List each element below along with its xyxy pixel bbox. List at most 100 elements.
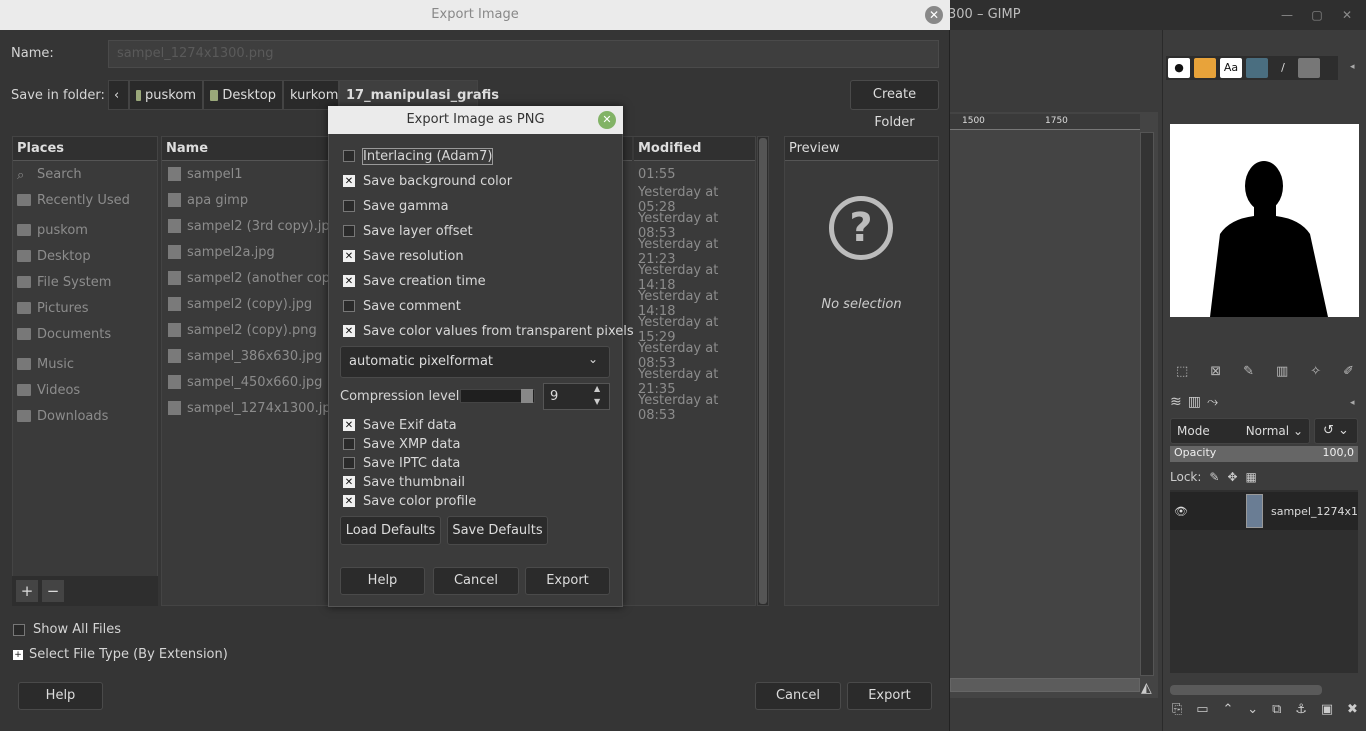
brush-icon[interactable]: ● (1168, 58, 1190, 78)
export-close-icon[interactable]: ✕ (925, 6, 943, 24)
file-list-scroll-thumb[interactable] (759, 138, 767, 604)
show-all-files-checkbox[interactable] (13, 623, 25, 636)
layers-menu-icon[interactable]: ◂ (1350, 398, 1362, 410)
pixelformat-select[interactable]: automatic pixelformat (340, 346, 610, 378)
anchor-icon[interactable]: ⚓ (1295, 702, 1307, 722)
option-checkbox[interactable]: ✕ (343, 275, 355, 287)
navigate-icon[interactable]: ◭ (1141, 680, 1152, 696)
canvas-area[interactable] (950, 112, 1158, 698)
maximize-icon[interactable]: ▢ (1308, 6, 1326, 24)
breadcrumb-puskom[interactable]: puskom (129, 80, 203, 110)
option-row[interactable]: Save gamma (343, 196, 449, 216)
filename-input[interactable]: sampel_1274x1300.png (108, 40, 939, 68)
layer-row[interactable]: 👁 sampel_1274x1 (1170, 492, 1358, 530)
delete-icon[interactable]: ⊠ (1210, 364, 1221, 384)
swatch-icon[interactable] (1298, 58, 1320, 78)
option-checkbox[interactable] (343, 150, 355, 162)
select-file-type-expander[interactable]: + Select File Type (By Extension) (13, 647, 228, 662)
canvas-horizontal-scrollbar[interactable] (950, 678, 1140, 692)
option-checkbox[interactable] (343, 438, 355, 450)
mask-icon[interactable]: ▣ (1321, 702, 1333, 722)
png-cancel-button[interactable]: Cancel (433, 567, 519, 595)
create-folder-button[interactable]: Create Folder (850, 80, 939, 130)
option-row[interactable]: Save comment (343, 296, 461, 316)
places-item[interactable]: puskom (13, 217, 157, 243)
option-checkbox[interactable] (343, 200, 355, 212)
add-bookmark-button[interactable]: + (16, 580, 38, 602)
compression-slider-knob[interactable] (521, 389, 533, 403)
spin-down-icon[interactable]: ▼ (594, 397, 600, 406)
places-item[interactable]: Pictures (13, 295, 157, 321)
paths-icon[interactable]: ⤳ (1207, 394, 1218, 414)
mode-reset-button[interactable]: ↺ ⌄ (1314, 418, 1358, 444)
option-checkbox[interactable]: ✕ (343, 250, 355, 262)
lock-pixels-icon[interactable]: ✎ (1209, 470, 1219, 484)
canvas-vertical-scrollbar[interactable] (1140, 132, 1154, 676)
places-item[interactable]: Music (13, 351, 157, 377)
lower-icon[interactable]: ⌄ (1247, 702, 1258, 722)
eye-icon[interactable]: 👁 (1174, 505, 1188, 518)
option-checkbox[interactable] (343, 225, 355, 237)
option-checkbox[interactable]: ✕ (343, 495, 355, 507)
layer-mode-select[interactable]: Mode Normal ⌄ (1170, 418, 1310, 444)
fx-icon[interactable]: ✧ (1310, 364, 1321, 384)
export-help-button[interactable]: Help (18, 682, 103, 710)
places-item[interactable]: Recently Used (13, 187, 157, 213)
option-row[interactable]: Save IPTC data (343, 453, 460, 473)
places-item[interactable]: Documents (13, 321, 157, 347)
columns-icon[interactable]: ▥ (1276, 364, 1288, 384)
option-checkbox[interactable]: ✕ (343, 419, 355, 431)
load-defaults-button[interactable]: Load Defaults (340, 516, 441, 545)
channels-icon[interactable]: ▥ (1188, 394, 1201, 414)
remove-bookmark-button[interactable]: − (42, 580, 64, 602)
select-icon[interactable]: ⬚ (1176, 364, 1188, 384)
font-icon[interactable]: Aa (1220, 58, 1242, 78)
option-checkbox[interactable]: ✕ (343, 325, 355, 337)
delete-layer-icon[interactable]: ✖ (1347, 702, 1358, 722)
duplicate-icon[interactable]: ⧉ (1272, 702, 1281, 722)
png-help-button[interactable]: Help (340, 567, 425, 595)
paintbrush-icon[interactable]: / (1272, 58, 1294, 78)
option-row[interactable]: ✕ Save color values from transparent pixe… (343, 321, 634, 341)
option-row[interactable]: ✕ Save thumbnail (343, 472, 465, 492)
raise-icon[interactable]: ⌃ (1222, 702, 1233, 722)
new-group-icon[interactable]: ▭ (1196, 702, 1208, 722)
png-export-button[interactable]: Export (525, 567, 610, 595)
new-layer-icon[interactable]: ⎘ (1172, 702, 1182, 722)
places-item[interactable]: File System (13, 269, 157, 295)
edit-icon[interactable]: ✎ (1243, 364, 1254, 384)
option-row[interactable]: ✕ Save background color (343, 171, 512, 191)
save-defaults-button[interactable]: Save Defaults (447, 516, 548, 545)
show-all-files-toggle[interactable]: Show All Files (13, 622, 121, 637)
places-item[interactable]: ⌕ Search (13, 161, 157, 187)
png-close-icon[interactable]: ✕ (598, 111, 616, 129)
dock-menu-icon[interactable]: ◂ (1350, 62, 1362, 74)
pattern-icon[interactable] (1194, 58, 1216, 78)
paint-icon[interactable]: ✐ (1343, 364, 1354, 384)
modified-column-header[interactable]: Modified (634, 137, 755, 161)
option-row[interactable]: Save layer offset (343, 221, 473, 241)
option-row[interactable]: Save XMP data (343, 434, 460, 454)
option-row[interactable]: ✕ Save creation time (343, 271, 486, 291)
places-item[interactable]: Desktop (13, 243, 157, 269)
lock-position-icon[interactable]: ✥ (1227, 470, 1237, 484)
option-checkbox[interactable] (343, 300, 355, 312)
image-icon[interactable] (1246, 58, 1268, 78)
breadcrumb-back-button[interactable]: ‹ (108, 80, 129, 110)
breadcrumb-desktop[interactable]: Desktop (203, 80, 283, 110)
lock-alpha-icon[interactable]: ▦ (1246, 470, 1257, 484)
option-row[interactable]: ✕ Save resolution (343, 246, 464, 266)
opacity-slider[interactable]: Opacity 100,0 (1170, 446, 1358, 462)
option-row[interactable]: ✕ Save Exif data (343, 415, 457, 435)
places-item[interactable]: Downloads (13, 403, 157, 429)
option-checkbox[interactable] (343, 457, 355, 469)
export-confirm-button[interactable]: Export (847, 682, 932, 710)
option-checkbox[interactable]: ✕ (343, 175, 355, 187)
option-row[interactable]: Interlacing (Adam7) (343, 146, 494, 166)
export-cancel-button[interactable]: Cancel (755, 682, 841, 710)
layers-horizontal-scrollbar[interactable] (1170, 685, 1322, 695)
option-row[interactable]: ✕ Save color profile (343, 491, 476, 511)
minimize-icon[interactable]: — (1278, 6, 1296, 24)
spin-up-icon[interactable]: ▲ (594, 384, 600, 393)
option-checkbox[interactable]: ✕ (343, 476, 355, 488)
